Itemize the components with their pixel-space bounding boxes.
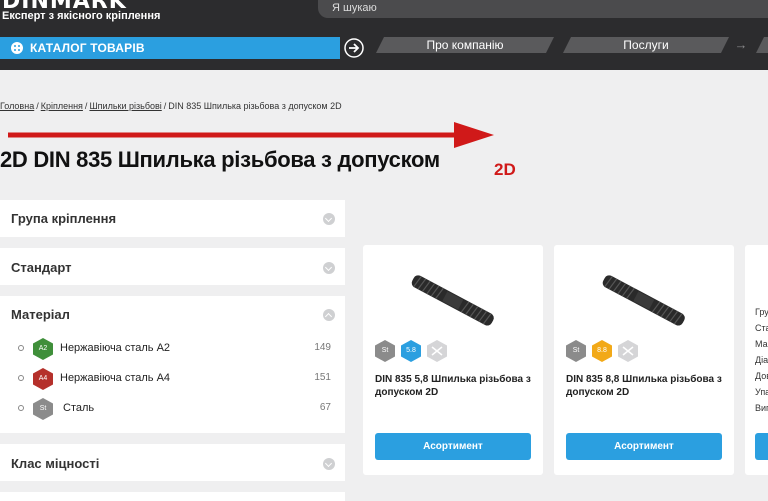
- product-name[interactable]: DIN 835 8,8 Шпилька різьбова з допуском …: [566, 373, 726, 399]
- filter-standard[interactable]: Стандарт: [0, 248, 345, 285]
- material-badge-icon: A2: [33, 338, 53, 360]
- material-count: 149: [314, 342, 331, 353]
- arrow-right-icon: [344, 38, 364, 58]
- filter-title[interactable]: Матеріал: [11, 307, 70, 322]
- catalog-icon: [11, 42, 23, 54]
- chevron-up-icon[interactable]: [323, 309, 335, 321]
- chevron-down-icon[interactable]: [323, 262, 335, 274]
- coating-none-icon: [427, 340, 447, 362]
- material-count: 67: [319, 402, 331, 413]
- nav-next[interactable]: [756, 37, 768, 53]
- product-card[interactable]: St 5.8 DIN 835 5,8 Шпилька різьбова з до…: [363, 245, 543, 475]
- assortment-button[interactable]: Асортимент: [375, 433, 531, 460]
- breadcrumb-current: DIN 835 Шпилька різьбова з допуском 2D: [168, 101, 342, 111]
- chevron-down-icon[interactable]: [323, 458, 335, 470]
- annotation-arrow: [8, 122, 494, 148]
- filter-material: Матеріал A2 Нержавіюча сталь A2 149 A4 Н…: [0, 296, 345, 433]
- assortment-button[interactable]: [755, 433, 768, 460]
- catalog-button[interactable]: КАТАЛОГ ТОВАРІВ: [0, 37, 366, 59]
- chevron-down-icon[interactable]: [323, 213, 335, 225]
- material-steel-icon: St: [375, 340, 395, 362]
- material-label: Сталь: [63, 402, 95, 414]
- nav-about[interactable]: Про компанію: [376, 37, 554, 53]
- filter-next[interactable]: [0, 492, 345, 501]
- material-label: Нержавіюча сталь A2: [60, 342, 171, 354]
- material-badge-icon: St: [33, 398, 53, 420]
- annotation-label: 2D: [494, 160, 516, 179]
- spec-line: Упа: [755, 387, 768, 397]
- product-card-partial[interactable]: Гру Ста Ма Діа Дов Упа Виг: [745, 245, 768, 475]
- material-option-a4[interactable]: A4 Нержавіюча сталь A4 151: [0, 367, 345, 391]
- catalog-arrow[interactable]: [340, 37, 366, 59]
- spec-line: Ма: [755, 339, 768, 349]
- material-option-a2[interactable]: A2 Нержавіюча сталь A2 149: [0, 337, 345, 361]
- filter-group[interactable]: Група кріплення: [0, 200, 345, 237]
- breadcrumb-studs[interactable]: Шпильки різьбові: [89, 101, 161, 111]
- material-count: 151: [314, 372, 331, 383]
- product-card[interactable]: St 8.8 DIN 835 8,8 Шпилька різьбова з до…: [554, 245, 734, 475]
- badge-row: St 8.8: [566, 340, 666, 362]
- material-steel-icon: St: [566, 340, 586, 362]
- spec-line: Гру: [755, 307, 768, 317]
- strength-class-icon: 8.8: [592, 340, 612, 362]
- radio[interactable]: [18, 405, 24, 411]
- filter-title: Стандарт: [11, 260, 72, 275]
- spec-line: Виг: [755, 403, 768, 413]
- radio[interactable]: [18, 345, 24, 351]
- strength-class-icon: 5.8: [401, 340, 421, 362]
- nav-more-arrow-icon[interactable]: →: [728, 37, 754, 53]
- search-placeholder: Я шукаю: [332, 2, 377, 14]
- nav-services[interactable]: Послуги: [563, 37, 729, 53]
- spec-line: Діа: [755, 355, 768, 365]
- search-input[interactable]: Я шукаю: [318, 0, 768, 18]
- tagline: Експерт з якісного кріплення: [2, 10, 161, 22]
- spec-line: Дов: [755, 371, 768, 381]
- spec-line: Ста: [755, 323, 768, 333]
- breadcrumb: Головна / Кріплення / Шпильки різьбові / DIN 8…: [0, 101, 342, 111]
- site-header: DINMARK Експерт з якісного кріплення Я ш…: [0, 0, 768, 70]
- badge-row: St 5.8: [375, 340, 475, 362]
- material-option-steel[interactable]: St Сталь 67: [0, 397, 345, 421]
- product-image[interactable]: [408, 265, 498, 335]
- material-badge-icon: A4: [33, 368, 53, 390]
- filter-strength-class[interactable]: Клас міцності: [0, 444, 345, 481]
- product-image[interactable]: [599, 265, 689, 335]
- filter-title: Група кріплення: [11, 211, 117, 226]
- filter-title: Клас міцності: [11, 456, 100, 471]
- catalog-label: КАТАЛОГ ТОВАРІВ: [30, 41, 145, 55]
- breadcrumb-fasteners[interactable]: Кріплення: [41, 101, 83, 111]
- material-label: Нержавіюча сталь A4: [60, 372, 171, 384]
- coating-none-icon: [618, 340, 638, 362]
- radio[interactable]: [18, 375, 24, 381]
- assortment-button[interactable]: Асортимент: [566, 433, 722, 460]
- product-name[interactable]: DIN 835 5,8 Шпилька різьбова з допуском …: [375, 373, 535, 399]
- page-title: 2D DIN 835 Шпилька різьбова з допуском: [0, 147, 440, 172]
- breadcrumb-home[interactable]: Головна: [0, 101, 34, 111]
